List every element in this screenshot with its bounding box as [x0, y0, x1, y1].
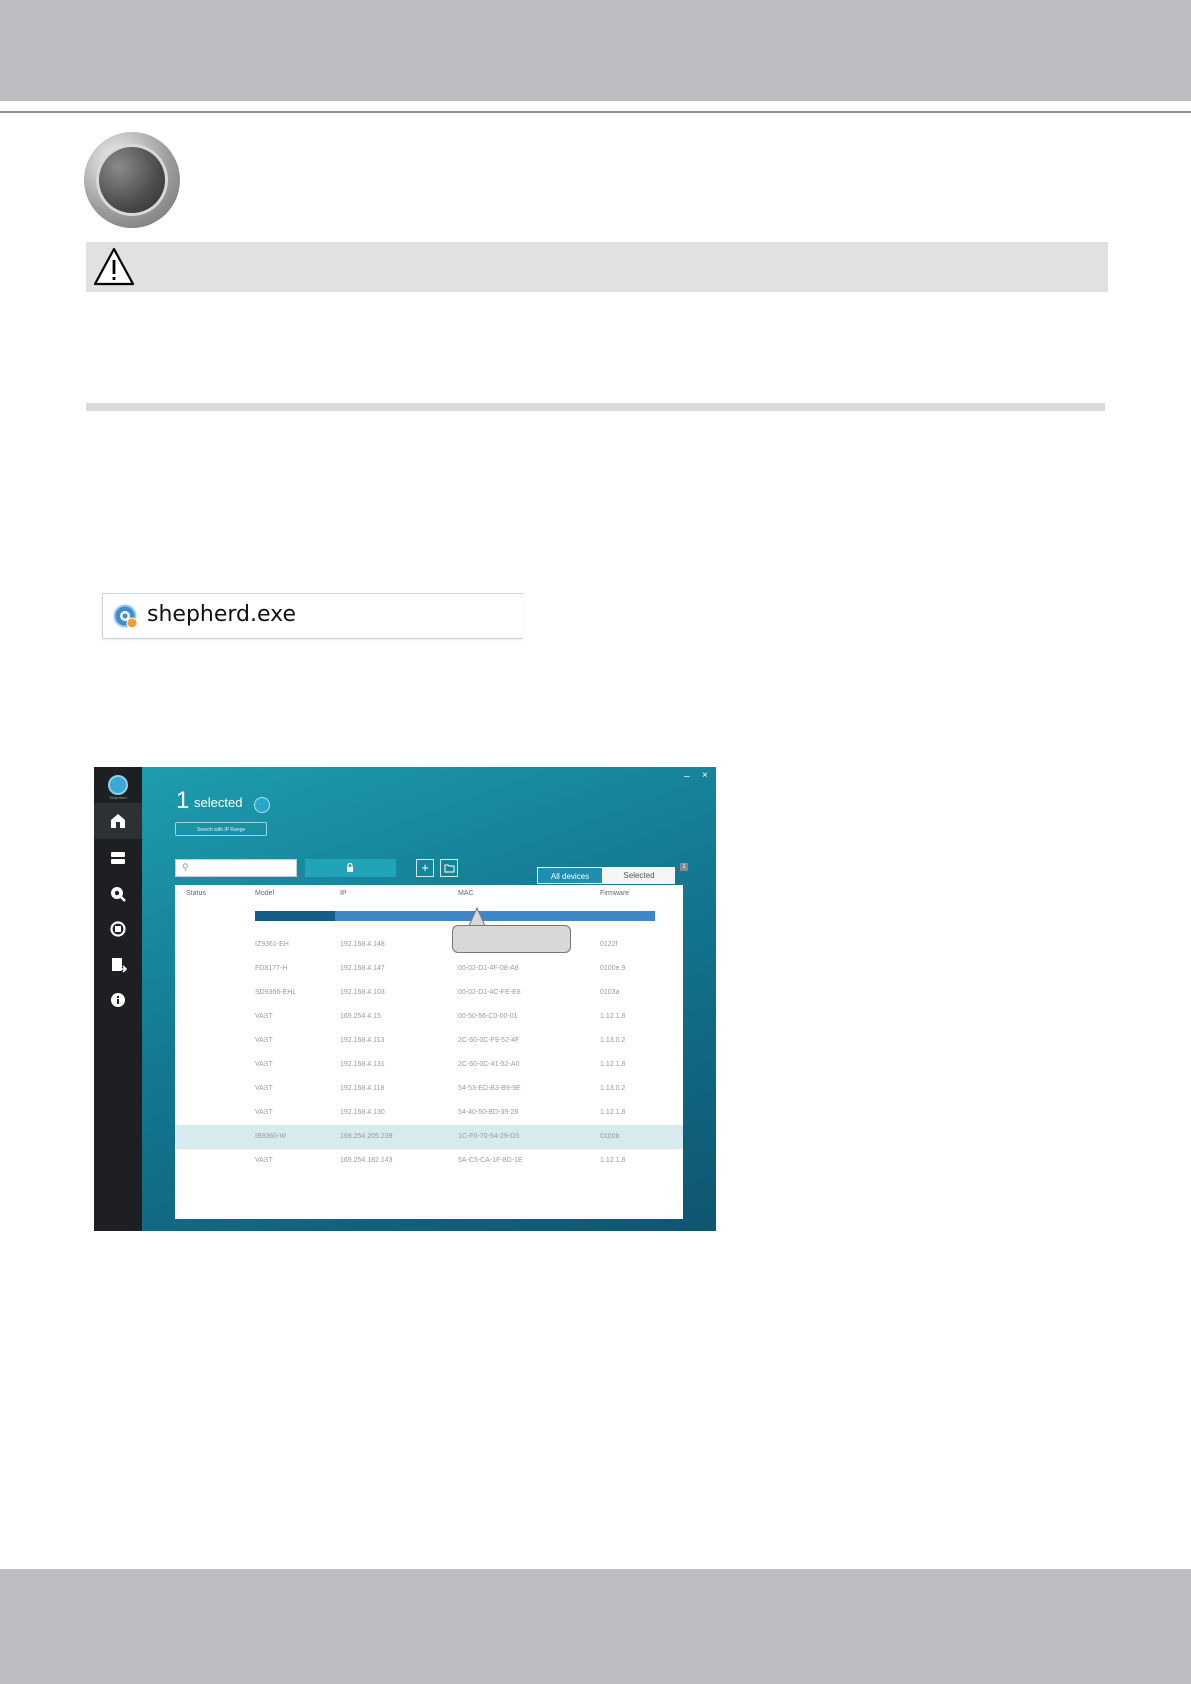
cell-mac: 00-02-D1-4C-FE-E8: [458, 989, 521, 996]
cell-firmware: 1.12.1.8: [600, 1109, 626, 1116]
cell-ip: 169.254.4.15: [340, 1013, 381, 1020]
cell-firmware: 0103a: [600, 989, 620, 996]
search-input[interactable]: ⚲: [175, 859, 297, 877]
footer-band: [0, 1569, 1191, 1684]
table-row[interactable]: VAST 192.168.4.131 2C-60-0C-41-52-A0 1.12.1…: [175, 1053, 683, 1077]
selected-count: 1: [176, 787, 190, 814]
cell-model: VAST: [255, 1013, 273, 1020]
cell-mac: 2C-60-0C-41-52-A0: [458, 1061, 520, 1068]
info-icon[interactable]: [109, 991, 127, 1009]
cell-firmware: 1.13.0.2: [600, 1037, 626, 1044]
cell-firmware: 1.12.1.8: [600, 1013, 626, 1020]
cell-model: VAST: [255, 1109, 273, 1116]
app-logo-text: Shepherd: [109, 795, 127, 800]
lock-button[interactable]: [305, 859, 396, 877]
cell-model: VAST: [255, 1061, 273, 1068]
header-band: [0, 0, 1191, 101]
table-row[interactable]: IZ9361-EH192.168.4.14800-02-D1-4E-FE-210…: [175, 933, 683, 957]
column-ip[interactable]: IP: [340, 890, 347, 897]
search-icon: ⚲: [182, 862, 189, 872]
column-mac[interactable]: MAC: [458, 890, 474, 897]
table-row[interactable]: FD8177-H 192.168.4.147 00-02-D1-4F-08-A8 01…: [175, 957, 683, 981]
cell-mac: 1C-F0-70-54-29-D3: [458, 1133, 520, 1140]
cell-ip: 169.254.205.239: [340, 1133, 393, 1140]
cell-ip: 192.168.4.148: [340, 941, 385, 948]
section-divider: [86, 403, 1105, 411]
settings-icon[interactable]: [109, 885, 127, 903]
tab-all-devices[interactable]: All devices: [537, 867, 603, 884]
sync-icon[interactable]: [109, 920, 127, 938]
table-row[interactable]: VAST 192.168.4.118 54-53-ED-B3-B9-9E 1.13.0…: [175, 1077, 683, 1101]
cell-mac: 5A-C5-CA-1F-8D-1E: [458, 1157, 523, 1164]
file-entry-shepherd[interactable]: shepherd.exe: [102, 593, 523, 639]
warning-triangle-icon: [93, 247, 135, 286]
device-table: Status Model IP MAC Firmware IZ9361-EH 19…: [175, 885, 683, 1219]
export-icon[interactable]: [109, 956, 127, 974]
table-row[interactable]: SD9366-EHL 192.168.4.103 00-02-D1-4C-FE-E8…: [175, 981, 683, 1005]
cell-model: VAST: [255, 1037, 273, 1044]
column-status[interactable]: Status: [186, 890, 206, 897]
refresh-icon[interactable]: [254, 797, 270, 813]
selected-label: selected: [194, 795, 243, 810]
table-row[interactable]: VAST 192.168.4.113 2C-60-0C-F9-52-4F 1.13.0…: [175, 1029, 683, 1053]
devices-icon[interactable]: [109, 849, 127, 867]
cell-model: IZ9361-EH: [255, 941, 289, 948]
folder-button[interactable]: [440, 859, 458, 877]
header-rule: [0, 111, 1191, 113]
cell-ip: 192.168.4.147: [340, 965, 385, 972]
cell-firmware: 0100b: [600, 1133, 620, 1140]
search-ip-range-button[interactable]: Search with IP Range: [175, 822, 267, 836]
cell-ip: 192.168.4.118: [340, 1085, 385, 1092]
cell-ip: 192.168.4.130: [340, 1109, 385, 1116]
cell-model: VAST: [255, 1157, 273, 1164]
column-model[interactable]: Model: [255, 890, 274, 897]
app-logo-icon: [108, 775, 128, 795]
app-sidebar: Shepherd: [94, 767, 142, 1231]
lock-icon: [347, 863, 353, 872]
file-name: shepherd.exe: [147, 602, 297, 627]
progress-track: [335, 911, 655, 921]
cell-firmware: 1.12.1.8: [600, 1157, 626, 1164]
cell-ip: 192.168.4.131: [340, 1061, 385, 1068]
cell-model: FD8177-H: [255, 965, 288, 972]
table-row[interactable]: VAST 169.254.182.143 5A-C5-CA-1F-8D-1E 1.12…: [175, 1149, 683, 1173]
table-row[interactable]: VAST 169.254.4.15 00-50-56-C0-00-01 1.12.1.…: [175, 1005, 683, 1029]
callout-box: [452, 925, 571, 953]
table-row[interactable]: VAST 192.168.4.130 54-40-50-BD-39-28 1.12.1…: [175, 1101, 683, 1125]
cell-firmware: 0122f: [600, 941, 618, 948]
folder-icon: [444, 864, 455, 873]
cell-mac: 00-50-56-C0-00-01: [458, 1013, 518, 1020]
cell-model: SD9366-EHL: [255, 989, 297, 996]
shepherd-app-icon: [113, 604, 138, 629]
progress-fill: [255, 911, 335, 921]
cell-mac: 00-02-D1-4F-08-A8: [458, 965, 519, 972]
caution-bar: [86, 242, 1108, 292]
add-button[interactable]: +: [416, 859, 434, 877]
step-number-badge: [84, 132, 180, 228]
cell-mac: 54-53-ED-B3-B9-9E: [458, 1085, 521, 1092]
cell-ip: 192.168.4.103: [340, 989, 385, 996]
table-row[interactable]: IB9360-W 169.254.205.239 1C-F0-70-54-29-D3…: [175, 1125, 683, 1149]
close-button[interactable]: ×: [702, 770, 708, 781]
home-icon[interactable]: [109, 812, 127, 830]
cell-firmware: 0100e.9: [600, 965, 626, 972]
cell-model: VAST: [255, 1085, 273, 1092]
minimize-button[interactable]: –: [684, 771, 690, 782]
cell-mac: 2C-60-0C-F9-52-4F: [458, 1037, 520, 1044]
cell-ip: 192.168.4.113: [340, 1037, 385, 1044]
cell-firmware: 1.13.0.2: [600, 1085, 626, 1092]
cell-model: IB9360-W: [255, 1133, 287, 1140]
cell-firmware: 1.12.1.8: [600, 1061, 626, 1068]
cell-ip: 169.254.182.143: [340, 1157, 393, 1164]
shepherd-app-window: Shepherd – × 1 selected Search with IP R…: [94, 767, 716, 1231]
selected-badge: 1: [680, 863, 688, 871]
cell-mac: 54-40-50-BD-39-28: [458, 1109, 519, 1116]
column-firmware[interactable]: Firmware: [600, 890, 629, 897]
tab-selected[interactable]: Selected: [603, 867, 675, 884]
